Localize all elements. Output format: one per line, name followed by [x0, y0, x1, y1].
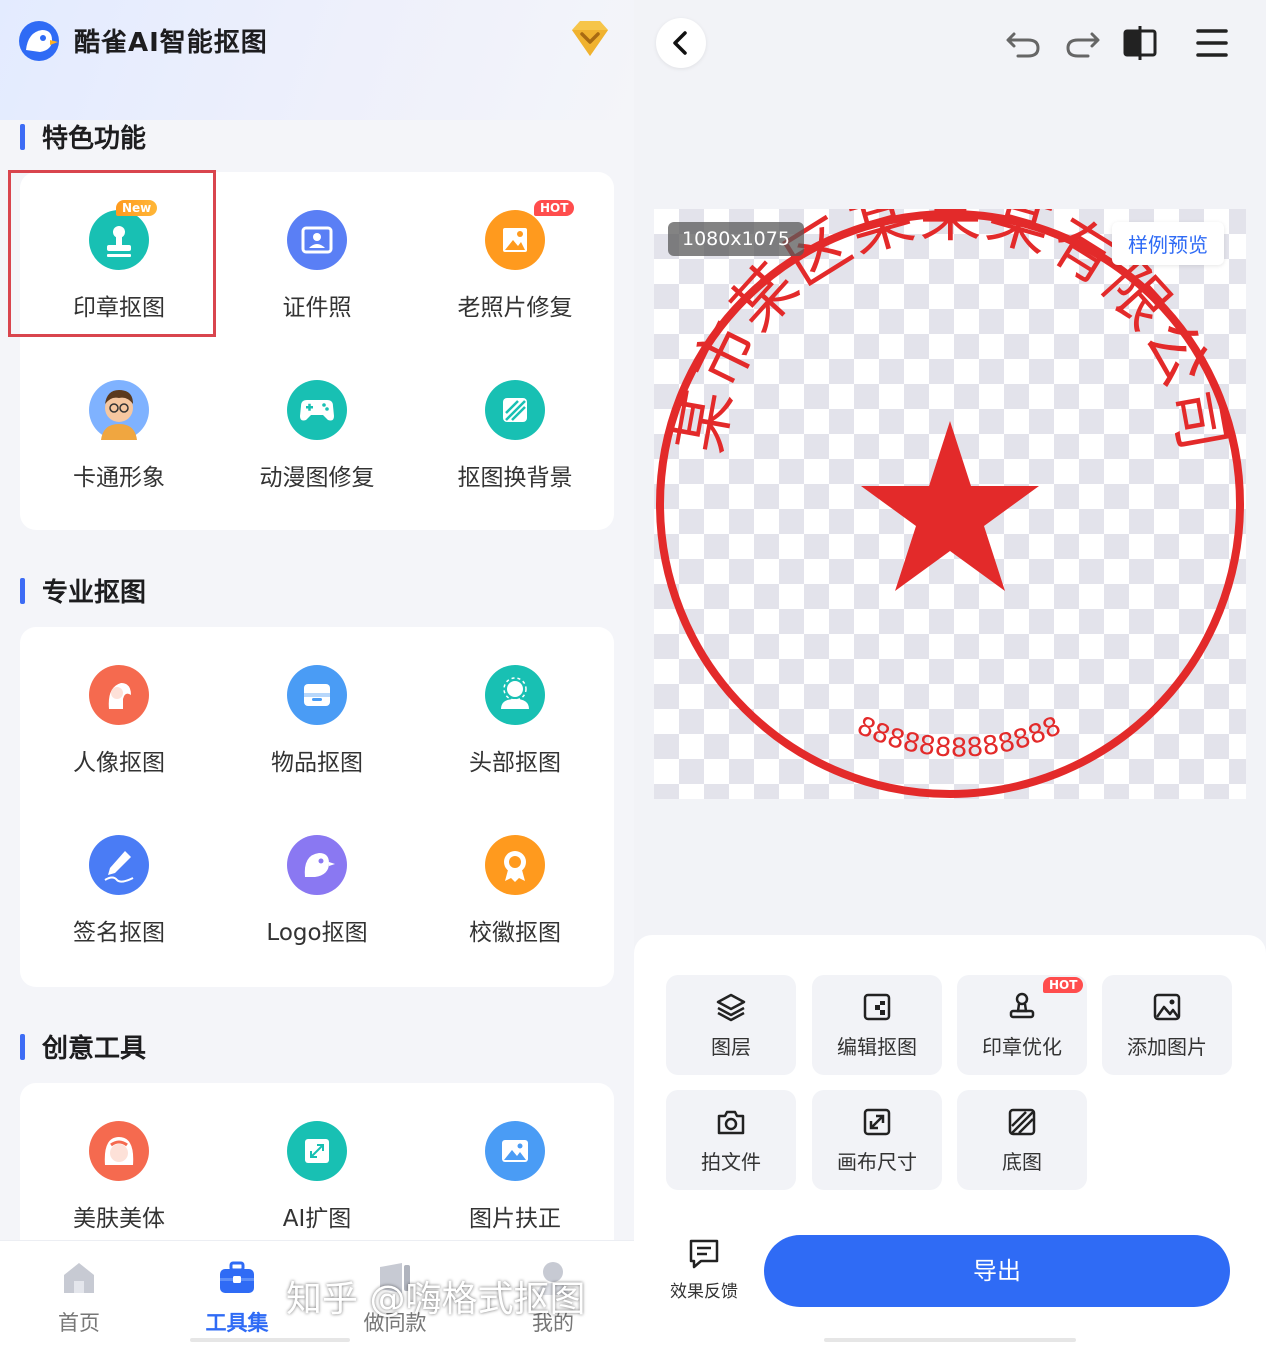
stamp-image: 某市某区某某某有限公司 8888888888888: [656, 209, 1244, 798]
tool-head-cutout[interactable]: 头部抠图: [416, 627, 614, 797]
tab-label: 首页: [58, 1311, 100, 1335]
edit-cutout-button[interactable]: 编辑抠图: [812, 975, 942, 1075]
header-background: [0, 0, 634, 120]
stamp-optimize-icon: [1009, 992, 1035, 1019]
tool-label: 人像抠图: [73, 750, 165, 776]
logo-bird-icon: [287, 835, 347, 895]
back-button[interactable]: [656, 18, 706, 68]
tool-straighten-image[interactable]: 图片扶正: [416, 1083, 614, 1253]
watermark-text: 知乎 @嗨格式抠图: [286, 1279, 586, 1320]
stamp-number-text: 8888888888888: [852, 711, 1065, 763]
cartoon-avatar-icon: [89, 380, 149, 440]
menu-icon[interactable]: [1192, 22, 1232, 62]
tool-signature-cutout[interactable]: 签名抠图: [20, 797, 218, 967]
tool-school-badge-cutout[interactable]: 校徽抠图: [416, 797, 614, 967]
hot-badge: HOT: [1043, 977, 1084, 993]
tools-panel: 酷雀AI智能抠图 特色功能 New 印章抠图 证件照 HOT 老照片修复 卡通形…: [0, 0, 634, 1345]
add-image-button[interactable]: 添加图片: [1102, 975, 1232, 1075]
app-title: 酷雀AI智能抠图: [74, 28, 268, 58]
action-label: 添加图片: [1127, 1035, 1207, 1059]
straighten-image-icon: [485, 1121, 545, 1181]
feedback-icon: [689, 1239, 719, 1269]
sample-preview-button[interactable]: 样例预览: [1112, 222, 1224, 265]
layers-button[interactable]: 图层: [666, 975, 796, 1075]
tool-label: 图片扶正: [469, 1206, 561, 1232]
tool-label: Logo抠图: [266, 920, 368, 946]
base-image-icon: [1008, 1108, 1036, 1136]
edit-cutout-icon: [863, 993, 891, 1021]
capture-document-button[interactable]: 拍文件: [666, 1090, 796, 1190]
chevron-left-icon: [673, 31, 687, 55]
home-indicator: [190, 1338, 350, 1342]
tool-object-cutout[interactable]: 物品抠图: [218, 627, 416, 797]
badge-medal-icon: [485, 835, 545, 895]
tool-label: 头部抠图: [469, 750, 561, 776]
tool-logo-cutout[interactable]: Logo抠图: [218, 797, 416, 967]
action-label: 图层: [711, 1035, 751, 1059]
id-photo-icon: [287, 210, 347, 270]
tool-label: 校徽抠图: [469, 920, 561, 946]
layers-icon: [716, 993, 746, 1022]
tool-beauty[interactable]: 美肤美体: [20, 1083, 218, 1253]
tool-label: 老照片修复: [457, 295, 573, 321]
home-icon: [64, 1263, 94, 1293]
feedback-button[interactable]: 效果反馈: [664, 1235, 744, 1305]
tool-label: 证件照: [282, 295, 352, 321]
portrait-icon: [89, 665, 149, 725]
tool-label: 物品抠图: [271, 750, 363, 776]
tool-background-swap[interactable]: 抠图换背景: [416, 342, 614, 512]
editor-panel: 某市某区某某某有限公司 8888888888888 1080x1075 样例预览…: [634, 0, 1266, 1345]
signature-pen-icon: [89, 835, 149, 895]
undo-icon[interactable]: [1004, 22, 1044, 62]
beauty-face-icon: [89, 1121, 149, 1181]
canvas-size-icon: [863, 1108, 891, 1136]
section-title-creative: 创意工具: [20, 1028, 146, 1065]
stamp-optimize-button[interactable]: HOT 印章优化: [957, 975, 1087, 1075]
base-image-button[interactable]: 底图: [957, 1090, 1087, 1190]
background-swap-icon: [485, 380, 545, 440]
tool-label: 抠图换背景: [457, 465, 573, 491]
feedback-label: 效果反馈: [670, 1282, 738, 1302]
professional-tools-card: 人像抠图 物品抠图 头部抠图 签名抠图 Logo抠图 校徽抠图: [20, 627, 614, 987]
camera-icon: [717, 1110, 745, 1135]
highlight-box: [8, 170, 216, 337]
canvas-size-button[interactable]: 画布尺寸: [812, 1090, 942, 1190]
action-sheet: 图层 编辑抠图 HOT 印章优化 添加图片 拍文件 画布尺寸 底图 效果反馈 导…: [634, 935, 1266, 1345]
redo-icon[interactable]: [1062, 22, 1102, 62]
home-indicator: [824, 1338, 1076, 1342]
vip-diamond-icon[interactable]: [566, 18, 614, 60]
tool-label: 动漫图修复: [259, 465, 375, 491]
tool-label: 签名抠图: [73, 920, 165, 946]
tool-cartoon-avatar[interactable]: 卡通形象: [20, 342, 218, 512]
tab-home[interactable]: 首页: [0, 1241, 158, 1345]
export-button[interactable]: 导出: [764, 1235, 1230, 1307]
tool-id-photo[interactable]: 证件照: [218, 172, 416, 342]
tool-portrait-cutout[interactable]: 人像抠图: [20, 627, 218, 797]
section-title-featured: 特色功能: [20, 118, 146, 155]
action-label: 画布尺寸: [837, 1150, 917, 1174]
action-label: 印章优化: [982, 1035, 1062, 1059]
tool-anime-repair[interactable]: 动漫图修复: [218, 342, 416, 512]
toolbox-icon: [220, 1261, 254, 1293]
object-box-icon: [287, 665, 347, 725]
action-label: 拍文件: [701, 1150, 761, 1174]
dimension-label: 1080x1075: [668, 222, 804, 256]
add-image-icon: [1153, 993, 1181, 1021]
section-title-professional: 专业抠图: [20, 572, 146, 609]
hot-badge: HOT: [534, 200, 575, 216]
app-logo-icon: [19, 21, 59, 61]
action-label: 底图: [1002, 1150, 1042, 1174]
star-icon: [861, 421, 1039, 591]
tool-label: 卡通形象: [73, 465, 165, 491]
old-photo-icon: [485, 210, 545, 270]
tool-label: AI扩图: [282, 1206, 352, 1232]
action-label: 编辑抠图: [837, 1035, 917, 1059]
tool-old-photo-repair[interactable]: HOT 老照片修复: [416, 172, 614, 342]
tool-ai-expand[interactable]: AI扩图: [218, 1083, 416, 1253]
expand-image-icon: [287, 1121, 347, 1181]
tool-label: 美肤美体: [73, 1206, 165, 1232]
gamepad-icon: [287, 380, 347, 440]
head-icon: [485, 665, 545, 725]
compare-icon[interactable]: [1120, 22, 1160, 62]
